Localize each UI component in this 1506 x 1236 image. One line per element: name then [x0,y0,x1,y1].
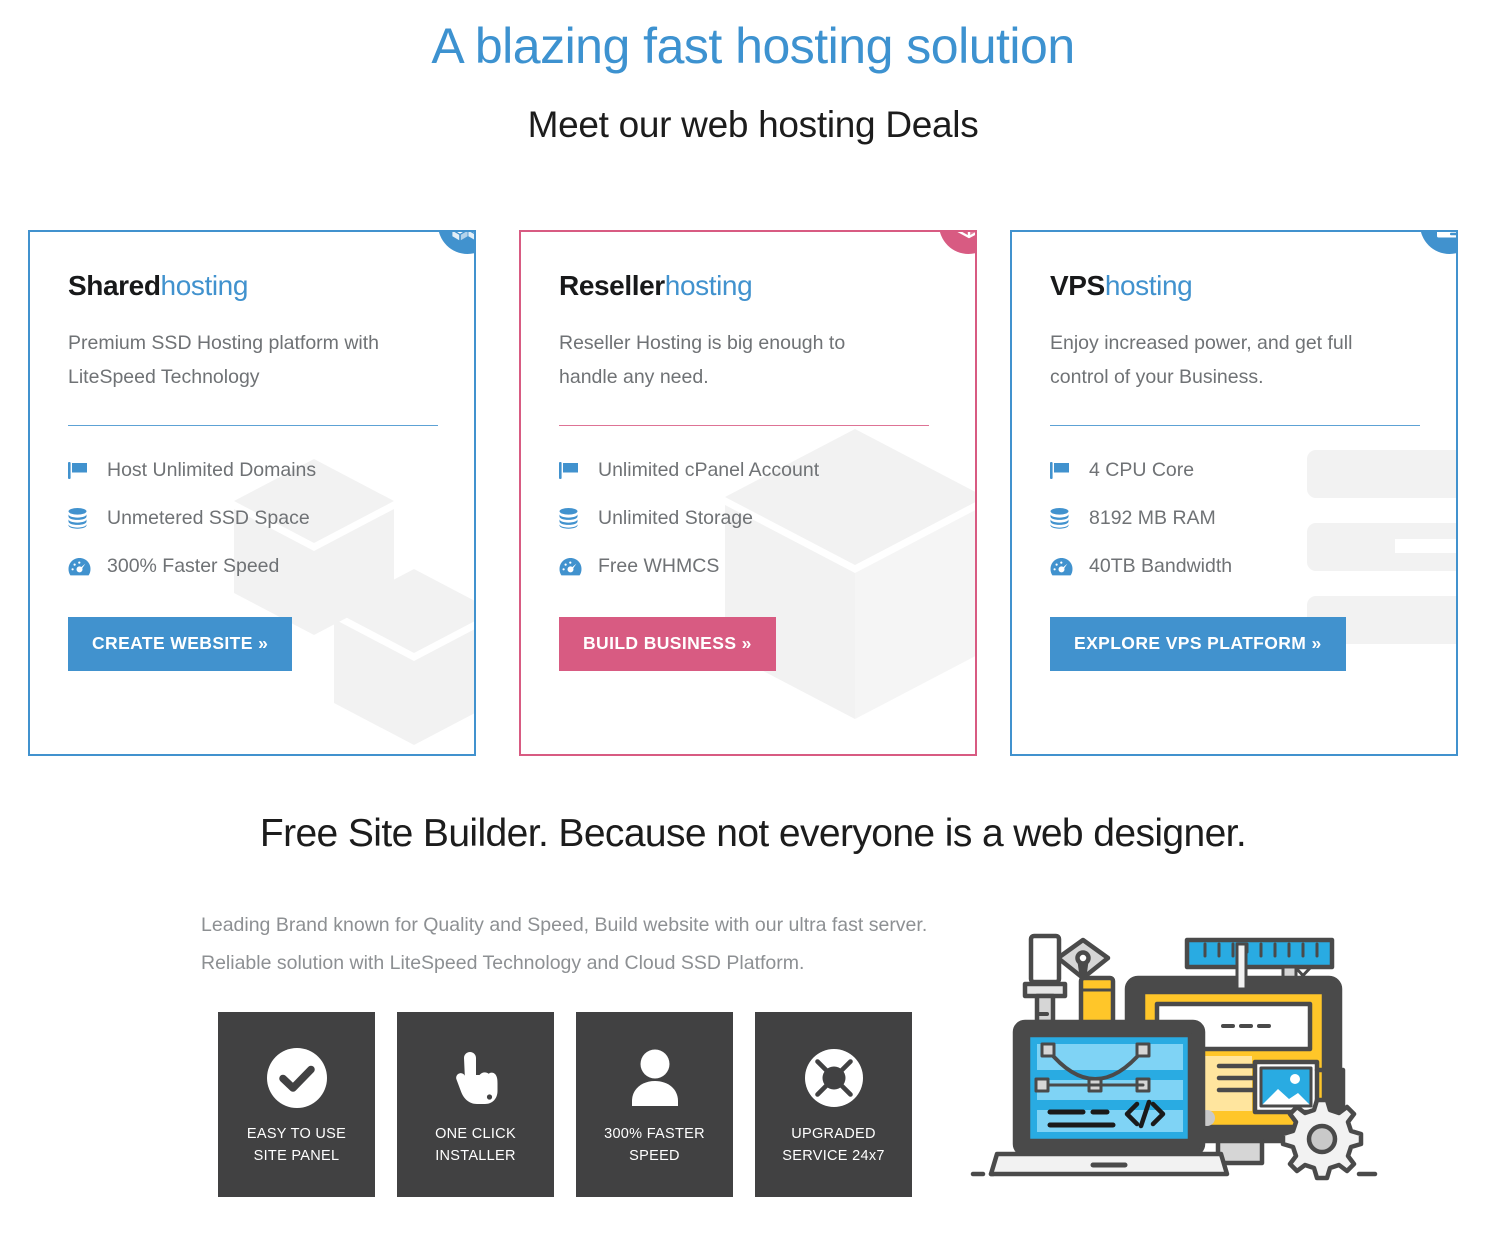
feature-label: Host Unlimited Domains [107,459,317,482]
tile-label-line1: UPGRADED [791,1126,876,1142]
feature-tile-faster-speed[interactable]: 300% FASTER SPEED [576,1012,733,1197]
plan-features: Host Unlimited Domains Unmetered SSD Spa… [68,459,436,578]
tile-label-line2: SITE PANEL [253,1148,340,1165]
tachometer-icon [1050,557,1076,577]
tile-label: 300% FASTER SPEED [604,1123,705,1168]
list-item: 300% Faster Speed [68,555,436,578]
database-icon [559,508,585,530]
life-ring-icon [803,1045,865,1111]
build-business-button[interactable]: BUILD BUSINESS » [559,617,776,672]
flag-icon [1050,461,1076,480]
pricing-cards: Sharedhosting Premium SSD Hosting platfo… [0,230,1506,760]
plan-card-shared[interactable]: Sharedhosting Premium SSD Hosting platfo… [28,230,476,756]
builder-lead: Leading Brand known for Quality and Spee… [201,914,928,975]
plan-description: Reseller Hosting is big enough to handle… [559,332,846,388]
create-website-button[interactable]: CREATE WEBSITE » [68,617,293,672]
list-item: Host Unlimited Domains [68,459,436,482]
tile-label-line2: SERVICE 24x7 [782,1148,885,1165]
check-circle-icon [266,1045,328,1111]
tile-label-line2: INSTALLER [435,1148,516,1165]
divider [559,425,929,427]
database-icon [68,508,94,530]
tile-label-line1: EASY TO USE [246,1126,347,1142]
plan-card-reseller[interactable]: Resellerhosting Reseller Hosting is big … [519,230,977,756]
plan-card-body: VPShosting Enjoy increased power, and ge… [1012,232,1456,672]
list-item: 40TB Bandwidth [1050,555,1418,578]
plan-name: VPS [1050,270,1105,301]
feature-label: 8192 MB RAM [1089,507,1216,530]
page-subtitle: Meet our web hosting Deals [527,103,979,145]
feature-label: 40TB Bandwidth [1089,555,1233,578]
feature-label: 4 CPU Core [1089,459,1195,482]
pointing-hand-icon [445,1045,507,1111]
plan-features: Unlimited cPanel Account Unlimited Stora… [559,459,937,578]
plan-description: Enjoy increased power, and get full cont… [1050,332,1353,388]
feature-tile-upgraded-service[interactable]: UPGRADED SERVICE 24x7 [755,1012,912,1197]
tachometer-icon [559,557,585,577]
tile-label-line1: ONE CLICK [435,1126,516,1142]
feature-tiles: EASY TO USE SITE PANEL ONE CLICK INSTALL… [218,1012,934,1197]
plan-card-body: Sharedhosting Premium SSD Hosting platfo… [30,232,474,672]
flag-icon [559,461,585,480]
plan-card-body: Resellerhosting Reseller Hosting is big … [521,232,975,672]
plan-title: Resellerhosting [559,270,937,302]
page-title: A blazing fast hosting solution [431,18,1075,74]
hero-section: A blazing fast hosting solution Meet our… [0,0,1506,146]
plan-name: Shared [68,270,161,301]
site-builder-section: Free Site Builder. Because not everyone … [0,812,1506,1197]
plan-title: Sharedhosting [68,270,436,302]
feature-label: Unlimited Storage [598,507,753,530]
explore-vps-button[interactable]: EXPLORE VPS PLATFORM » [1050,617,1346,672]
list-item: 4 CPU Core [1050,459,1418,482]
tile-label-line1: 300% FASTER [604,1126,705,1142]
plan-type: hosting [1104,270,1193,301]
tile-label-line2: SPEED [629,1148,680,1165]
plan-type: hosting [160,270,249,301]
tile-label: ONE CLICK INSTALLER [435,1123,516,1168]
divider [1050,425,1420,427]
feature-tile-easy-to-use[interactable]: EASY TO USE SITE PANEL [218,1012,375,1197]
feature-label: Free WHMCS [598,555,720,578]
plan-card-vps[interactable]: VPShosting Enjoy increased power, and ge… [1010,230,1458,756]
plan-title: VPShosting [1050,270,1418,302]
list-item: 8192 MB RAM [1050,507,1418,530]
tachometer-icon [68,557,94,577]
feature-label: 300% Faster Speed [107,555,280,578]
feature-label: Unmetered SSD Space [107,507,310,530]
tile-label: EASY TO USE SITE PANEL [247,1123,346,1168]
feature-label: Unlimited cPanel Account [598,459,820,482]
list-item: Unmetered SSD Space [68,507,436,530]
builder-title: Free Site Builder. Because not everyone … [259,812,1247,855]
tile-label: UPGRADED SERVICE 24x7 [782,1123,884,1168]
list-item: Unlimited Storage [559,507,937,530]
plan-type: hosting [664,270,753,301]
plan-description: Premium SSD Hosting platform with LiteSp… [68,332,380,388]
list-item: Unlimited cPanel Account [559,459,937,482]
divider [68,425,438,427]
plan-features: 4 CPU Core 8192 MB RAM 40TB Bandwidth [1050,459,1418,578]
user-icon [626,1045,684,1111]
web-design-workspace-illustration [965,922,1385,1205]
list-item: Free WHMCS [559,555,937,578]
flag-icon [68,461,94,480]
feature-tile-one-click[interactable]: ONE CLICK INSTALLER [397,1012,554,1197]
plan-name: Reseller [559,270,665,301]
database-icon [1050,508,1076,530]
